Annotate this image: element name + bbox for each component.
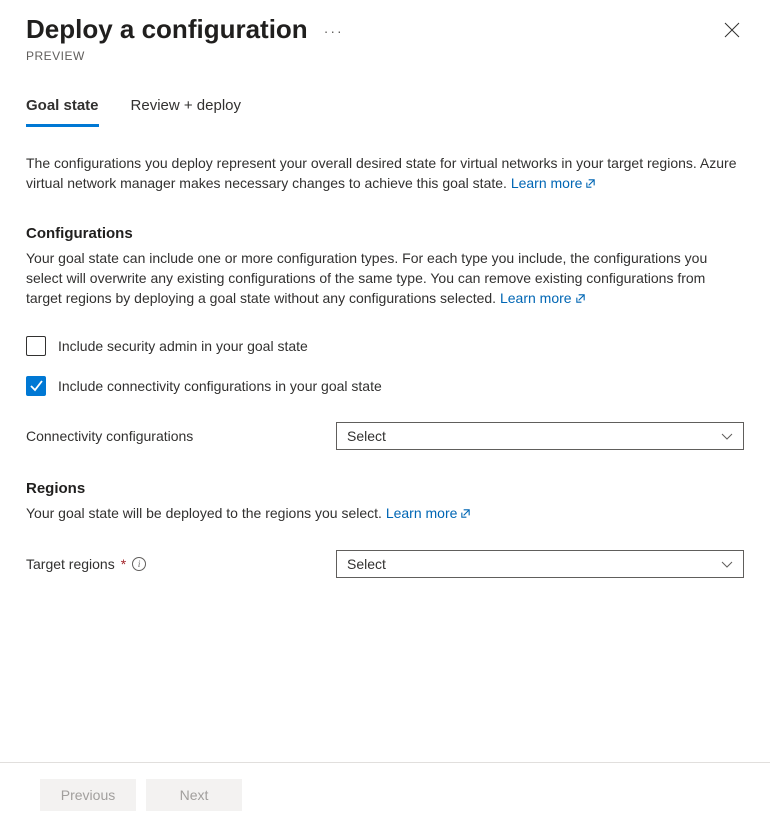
- more-icon[interactable]: ···: [324, 22, 344, 38]
- intro-link-label: Learn more: [511, 175, 583, 191]
- target-regions-placeholder: Select: [347, 556, 386, 572]
- intro-text: The configurations you deploy represent …: [26, 153, 744, 195]
- checkmark-icon: [30, 379, 43, 392]
- page-title: Deploy a configuration: [26, 14, 308, 45]
- include-security-checkbox[interactable]: [26, 336, 46, 356]
- regions-learn-more-link[interactable]: Learn more: [386, 505, 472, 521]
- include-connectivity-checkbox[interactable]: [26, 376, 46, 396]
- external-link-icon: [460, 504, 471, 524]
- panel-header: Deploy a configuration ··· PREVIEW: [26, 14, 744, 63]
- regions-link-label: Learn more: [386, 505, 458, 521]
- configurations-title: Configurations: [26, 225, 744, 242]
- target-regions-label-text: Target regions: [26, 556, 115, 572]
- tabs: Goal state Review + deploy: [26, 97, 744, 127]
- close-button[interactable]: [720, 18, 744, 45]
- connectivity-config-label: Connectivity configurations: [26, 428, 336, 444]
- target-regions-select[interactable]: Select: [336, 550, 744, 578]
- configurations-desc-text: Your goal state can include one or more …: [26, 250, 707, 307]
- configurations-link-label: Learn more: [500, 290, 572, 306]
- target-regions-label: Target regions * i: [26, 556, 336, 572]
- connectivity-select-placeholder: Select: [347, 428, 386, 444]
- external-link-icon: [575, 289, 586, 309]
- regions-desc: Your goal state will be deployed to the …: [26, 503, 744, 524]
- footer: Previous Next: [0, 762, 770, 825]
- next-button[interactable]: Next: [146, 779, 242, 811]
- close-icon: [724, 22, 740, 38]
- regions-desc-text: Your goal state will be deployed to the …: [26, 505, 382, 521]
- chevron-down-icon: [721, 430, 733, 442]
- tab-goal-state[interactable]: Goal state: [26, 97, 99, 127]
- previous-button[interactable]: Previous: [40, 779, 136, 811]
- preview-badge: PREVIEW: [26, 49, 344, 63]
- chevron-down-icon: [721, 558, 733, 570]
- include-connectivity-label: Include connectivity configurations in y…: [58, 378, 382, 394]
- configurations-desc: Your goal state can include one or more …: [26, 248, 744, 310]
- external-link-icon: [585, 174, 596, 194]
- tab-review-deploy[interactable]: Review + deploy: [131, 97, 241, 127]
- required-asterisk: *: [121, 556, 126, 572]
- info-icon[interactable]: i: [132, 557, 146, 571]
- include-security-label: Include security admin in your goal stat…: [58, 338, 308, 354]
- configurations-learn-more-link[interactable]: Learn more: [500, 290, 586, 306]
- intro-learn-more-link[interactable]: Learn more: [511, 175, 597, 191]
- connectivity-config-select[interactable]: Select: [336, 422, 744, 450]
- regions-title: Regions: [26, 480, 744, 497]
- intro-body: The configurations you deploy represent …: [26, 155, 736, 191]
